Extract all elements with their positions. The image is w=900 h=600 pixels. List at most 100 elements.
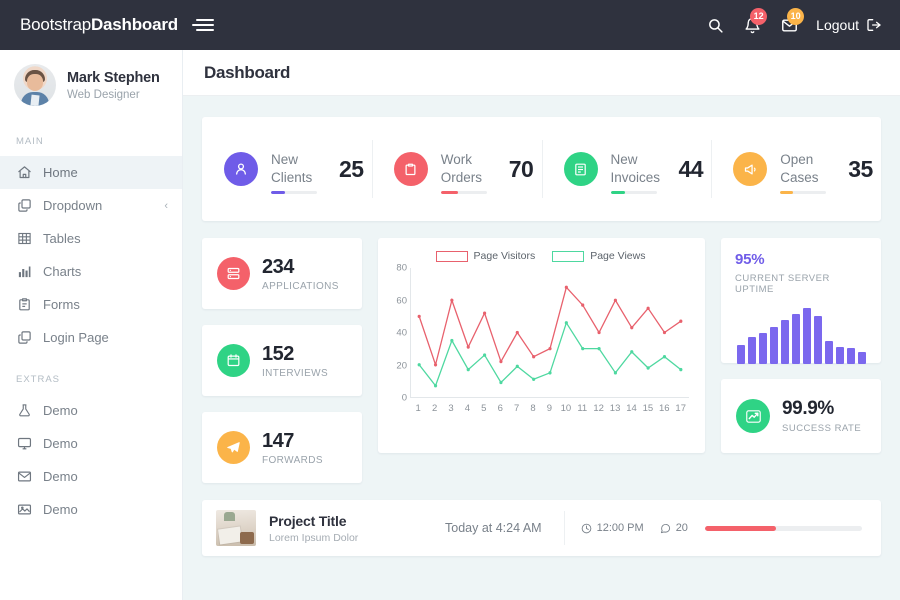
uptime-bar (770, 327, 778, 364)
sidebar-item-tables[interactable]: Tables (0, 222, 182, 255)
sidebar-item-home[interactable]: Home (0, 156, 182, 189)
bar-chart-icon (16, 264, 32, 279)
y-axis-tick: 60 (389, 295, 407, 306)
small-stat-label: INTERVIEWS (262, 368, 328, 379)
uptime-bar (858, 352, 866, 364)
stat-cell: WorkOrders70 (372, 117, 542, 221)
small-stat-value: 234 (262, 256, 339, 278)
megaphone-icon (733, 152, 767, 186)
x-axis-tick: 12 (590, 403, 606, 414)
project-clock: 12:00 PM (581, 522, 644, 534)
chart-point (647, 307, 650, 310)
sidebar-section-extras: EXTRAS (0, 354, 182, 394)
stat-cell: NewInvoices 44 (542, 117, 712, 221)
profile-role: Web Designer (67, 89, 160, 101)
sidebar-item-dropdown[interactable]: Dropdown ‹ (0, 189, 182, 222)
chart-point (450, 299, 453, 302)
clipboard-icon (394, 152, 428, 186)
clock-icon (581, 523, 592, 534)
sidebar-item-demo-monitor[interactable]: Demo (0, 427, 182, 460)
main-content: Dashboard NewClients25WorkOrders70NewInv… (183, 50, 900, 600)
chart-point (597, 347, 600, 350)
chart-point (483, 311, 486, 314)
x-axis-tick: 5 (476, 403, 492, 414)
success-rate-value: 99.9% (782, 398, 861, 420)
small-stat-card: 152INTERVIEWS (202, 325, 362, 396)
sidebar-item-demo-flask[interactable]: Demo (0, 394, 182, 427)
sidebar-item-login-page[interactable]: Login Page (0, 321, 182, 354)
project-thumbnail (216, 510, 256, 546)
brand-area: BootstrapDashboard (20, 15, 214, 35)
uptime-bar (814, 316, 822, 364)
calendar-icon (217, 344, 250, 377)
page-title: Dashboard (204, 63, 290, 83)
notifications-bell-icon[interactable]: 12 (742, 15, 762, 35)
chart-line-series-1 (419, 323, 681, 386)
sidebar-item-label: Demo (43, 502, 168, 517)
x-axis-tick: 17 (673, 403, 689, 414)
sidebar-item-demo-envelope[interactable]: Demo (0, 460, 182, 493)
profile-name: Mark Stephen (67, 70, 160, 86)
server-icon (217, 257, 250, 290)
sidebar-profile[interactable]: Mark Stephen Web Designer (0, 50, 182, 120)
brand-logo[interactable]: BootstrapDashboard (20, 15, 178, 35)
success-rate-label: SUCCESS RATE (782, 423, 861, 434)
x-axis-tick: 7 (508, 403, 524, 414)
sidebar-toggle-icon[interactable] (192, 19, 214, 31)
stat-progress-bar (271, 191, 317, 195)
stat-label-line2: Clients (271, 169, 329, 187)
project-row[interactable]: Project Title Lorem Ipsum Dolor Today at… (202, 500, 881, 556)
y-axis-tick: 80 (389, 263, 407, 274)
dashboard-app: BootstrapDashboard 12 10 Logout (0, 0, 900, 600)
x-axis-tick: 10 (558, 403, 574, 414)
chart-point (548, 371, 551, 374)
stat-cell: NewClients25 (202, 117, 372, 221)
stat-strip-card: NewClients25WorkOrders70 NewInvoices 44 Ope… (202, 117, 881, 221)
sidebar-item-forms[interactable]: Forms (0, 288, 182, 321)
sidebar-item-demo-image[interactable]: Demo (0, 493, 182, 526)
uptime-bar (748, 337, 756, 364)
comment-icon (660, 523, 671, 534)
x-axis-tick: 9 (541, 403, 557, 414)
stat-value: 35 (848, 156, 873, 183)
stat-label: NewInvoices (611, 151, 669, 187)
messages-badge: 10 (787, 8, 804, 25)
table-icon (16, 231, 32, 246)
server-uptime-card: 95% CURRENT SERVER UPTIME (721, 238, 881, 363)
trending-up-icon (736, 399, 770, 433)
chart-point (647, 366, 650, 369)
user-icon (224, 152, 258, 186)
chart-legend: Page Visitors Page Views (386, 247, 695, 268)
chart-point (614, 299, 617, 302)
chart-point (532, 378, 535, 381)
stat-label: OpenCases (780, 151, 838, 187)
x-axis-tick: 14 (623, 403, 639, 414)
logout-button[interactable]: Logout (816, 17, 882, 33)
legend-item[interactable]: Page Views (552, 250, 645, 262)
stat-label-line2: Orders (441, 169, 499, 187)
uptime-bar (836, 347, 844, 364)
messages-envelope-icon[interactable]: 10 (779, 15, 799, 35)
stat-label-line2: Cases (780, 169, 838, 187)
uptime-percent: 95% (735, 251, 868, 268)
project-title: Project Title (269, 513, 445, 529)
chart-point (630, 326, 633, 329)
search-icon[interactable] (705, 15, 725, 35)
chart-point (434, 363, 437, 366)
stat-progress-bar (780, 191, 826, 195)
project-subtitle: Lorem Ipsum Dolor (269, 532, 445, 544)
project-clock-time: 12:00 PM (597, 522, 644, 534)
project-progress-bar (705, 526, 862, 531)
mid-row: 234APPLICATIONS152INTERVIEWS147FORWARDS … (202, 238, 881, 483)
stat-value: 44 (679, 156, 704, 183)
project-comments: 20 (660, 522, 688, 534)
chart-point (548, 347, 551, 350)
legend-swatch (552, 251, 584, 262)
stat-progress-bar (611, 191, 657, 195)
right-column: 95% CURRENT SERVER UPTIME 99.9% SUCCESS … (721, 238, 881, 453)
small-stat-card: 234APPLICATIONS (202, 238, 362, 309)
page-header: Dashboard (183, 50, 900, 96)
legend-item[interactable]: Page Visitors (436, 250, 536, 262)
sidebar-item-charts[interactable]: Charts (0, 255, 182, 288)
small-stat-value: 147 (262, 430, 323, 452)
